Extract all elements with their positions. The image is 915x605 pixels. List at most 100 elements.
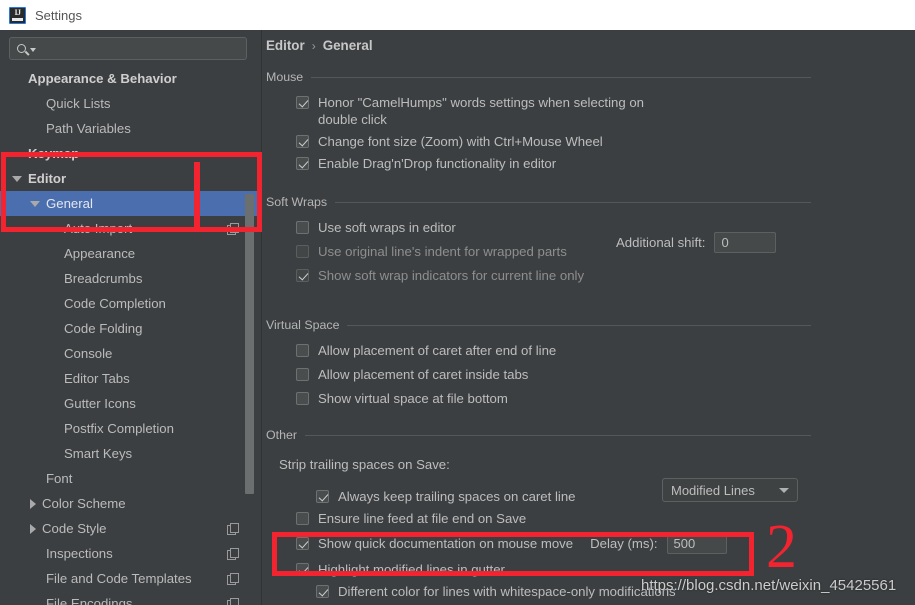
- sidebar-item-label: Appearance & Behavior: [28, 71, 177, 86]
- sidebar-item-label: Editor Tabs: [64, 371, 130, 386]
- checkbox-change-font-size-zoom[interactable]: [296, 135, 309, 148]
- checkbox-honor-camelhumps[interactable]: [296, 96, 309, 109]
- checkbox-ensure-line-feed[interactable]: [296, 512, 309, 525]
- checkbox-show-soft-wrap-indicators[interactable]: [296, 269, 309, 282]
- delay-input[interactable]: 500: [666, 533, 727, 554]
- additional-shift-label: Additional shift:: [616, 235, 706, 250]
- chevron-right-icon[interactable]: [30, 498, 36, 509]
- sidebar-item-color-scheme[interactable]: Color Scheme: [0, 491, 262, 516]
- copy-settings-icon[interactable]: [227, 523, 239, 535]
- checkbox-caret-after-end-of-line[interactable]: [296, 344, 309, 357]
- checkbox-row[interactable]: Show soft wrap indicators for current li…: [296, 267, 811, 284]
- sidebar-item-editor-tabs[interactable]: Editor Tabs: [0, 366, 262, 391]
- sidebar-item-console[interactable]: Console: [0, 341, 262, 366]
- section-soft-wraps-title: Soft Wraps: [266, 195, 328, 209]
- checkbox-row[interactable]: Allow placement of caret inside tabs: [296, 366, 811, 383]
- checkbox-highlight-modified-lines[interactable]: [296, 563, 309, 576]
- sidebar-item-label: Color Scheme: [42, 496, 126, 511]
- sidebar-item-file-and-code-templates[interactable]: File and Code Templates: [0, 566, 262, 591]
- sidebar-item-label: Code Completion: [64, 296, 166, 311]
- section-divider: [305, 434, 811, 436]
- sidebar-item-code-style[interactable]: Code Style: [0, 516, 262, 541]
- sidebar-item-code-completion[interactable]: Code Completion: [0, 291, 262, 316]
- checkbox-row[interactable]: Highlight modified lines in gutter: [296, 561, 811, 578]
- settings-tree[interactable]: Appearance & Behavior Quick Lists Path Var…: [0, 66, 262, 605]
- section-mouse: Mouse Honor "CamelHumps" words settings …: [266, 70, 811, 172]
- strip-trailing-select[interactable]: Modified Lines: [662, 478, 798, 502]
- checkbox-label: Ensure line feed at file end on Save: [318, 511, 527, 526]
- intellij-idea-icon-text: IJ: [14, 7, 21, 17]
- section-mouse-options: Honor "CamelHumps" words settings when s…: [296, 94, 811, 172]
- sidebar-item-label: Postfix Completion: [64, 421, 174, 436]
- copy-settings-icon[interactable]: [227, 223, 239, 235]
- checkbox-use-original-line-indent[interactable]: [296, 245, 309, 258]
- sidebar-item-editor[interactable]: Editor: [0, 166, 262, 191]
- window-title: Settings: [35, 7, 82, 23]
- sidebar-item-path-variables[interactable]: Path Variables: [0, 116, 262, 141]
- checkbox-always-keep-trailing-spaces[interactable]: [316, 490, 329, 503]
- chevron-down-icon[interactable]: [30, 200, 40, 207]
- settings-window: IJ Settings Appearance & Behavior Quick L…: [0, 0, 915, 605]
- checkbox-show-quick-documentation[interactable]: [296, 537, 309, 550]
- quick-doc-row[interactable]: Show quick documentation on mouse move D…: [296, 533, 811, 554]
- section-other-header: Other: [266, 428, 811, 442]
- chevron-down-icon: [779, 487, 789, 493]
- checkbox-enable-dragndrop[interactable]: [296, 157, 309, 170]
- delay-label: Delay (ms):: [590, 536, 658, 551]
- sidebar-item-label: Gutter Icons: [64, 396, 136, 411]
- checkbox-row[interactable]: Enable Drag'n'Drop functionality in edit…: [296, 155, 811, 172]
- sidebar-item-postfix-completion[interactable]: Postfix Completion: [0, 416, 262, 441]
- checkbox-different-color-whitespace[interactable]: [316, 585, 329, 598]
- copy-settings-icon[interactable]: [227, 598, 239, 605]
- sidebar-item-keymap[interactable]: Keymap: [0, 141, 262, 166]
- copy-settings-icon[interactable]: [227, 573, 239, 585]
- sidebar-item-label: Smart Keys: [64, 446, 133, 461]
- sidebar-item-label: File and Code Templates: [46, 571, 192, 586]
- section-mouse-header: Mouse: [266, 70, 811, 84]
- sidebar-scrollbar-track[interactable]: [245, 66, 258, 605]
- sidebar-item-smart-keys[interactable]: Smart Keys: [0, 441, 262, 466]
- search-icon: [17, 44, 26, 53]
- sidebar-item-label: Console: [64, 346, 113, 361]
- sidebar-item-gutter-icons[interactable]: Gutter Icons: [0, 391, 262, 416]
- checkbox-label: Allow placement of caret inside tabs: [318, 367, 529, 382]
- sidebar-scrollbar-thumb[interactable]: [245, 194, 254, 494]
- checkbox-row[interactable]: Ensure line feed at file end on Save: [296, 510, 811, 527]
- checkbox-use-soft-wraps[interactable]: [296, 221, 309, 234]
- sidebar-item-appearance-behavior[interactable]: Appearance & Behavior: [0, 66, 262, 91]
- sidebar-item-label: File Encodings: [46, 596, 133, 605]
- search-input[interactable]: [9, 37, 247, 60]
- sidebar-item-auto-import[interactable]: Auto Import: [0, 216, 262, 241]
- sidebar-item-font[interactable]: Font: [0, 466, 262, 491]
- checkbox-caret-inside-tabs[interactable]: [296, 368, 309, 381]
- checkbox-label: Show soft wrap indicators for current li…: [318, 268, 585, 283]
- sidebar-item-appearance[interactable]: Appearance: [0, 241, 262, 266]
- sidebar-item-quick-lists[interactable]: Quick Lists: [0, 91, 262, 116]
- breadcrumb-root[interactable]: Editor: [266, 38, 305, 53]
- chevron-down-icon[interactable]: [12, 175, 22, 182]
- checkbox-row[interactable]: Allow placement of caret after end of li…: [296, 342, 811, 359]
- checkbox-row[interactable]: Show virtual space at file bottom: [296, 390, 811, 407]
- sidebar-item-label: Breadcrumbs: [64, 271, 143, 286]
- sidebar-item-label: Code Folding: [64, 321, 143, 336]
- section-soft-wraps-header: Soft Wraps: [266, 195, 811, 209]
- sidebar-item-breadcrumbs[interactable]: Breadcrumbs: [0, 266, 262, 291]
- copy-settings-icon[interactable]: [227, 548, 239, 560]
- intellij-idea-icon: IJ: [9, 6, 26, 24]
- strip-trailing-row: Strip trailing spaces on Save:: [279, 456, 811, 474]
- sidebar-item-inspections[interactable]: Inspections: [0, 541, 262, 566]
- chevron-down-icon[interactable]: [30, 48, 36, 52]
- sidebar-item-code-folding[interactable]: Code Folding: [0, 316, 262, 341]
- additional-shift-input[interactable]: 0: [714, 232, 777, 253]
- section-other-title: Other: [266, 428, 297, 442]
- sidebar-item-file-encodings[interactable]: File Encodings: [0, 591, 262, 605]
- section-virtual-space-options: Allow placement of caret after end of li…: [296, 342, 811, 407]
- checkbox-row[interactable]: Honor "CamelHumps" words settings when s…: [296, 94, 811, 128]
- checkbox-row[interactable]: Change font size (Zoom) with Ctrl+Mouse …: [296, 133, 811, 150]
- annotation-mark-one: [194, 162, 200, 230]
- sidebar-item-general[interactable]: General: [0, 191, 262, 216]
- checkbox-virtual-space-file-bottom[interactable]: [296, 392, 309, 405]
- checkbox-label: Honor "CamelHumps" words settings when s…: [318, 95, 645, 127]
- section-virtual-space-header: Virtual Space: [266, 318, 811, 332]
- chevron-right-icon[interactable]: [30, 523, 36, 534]
